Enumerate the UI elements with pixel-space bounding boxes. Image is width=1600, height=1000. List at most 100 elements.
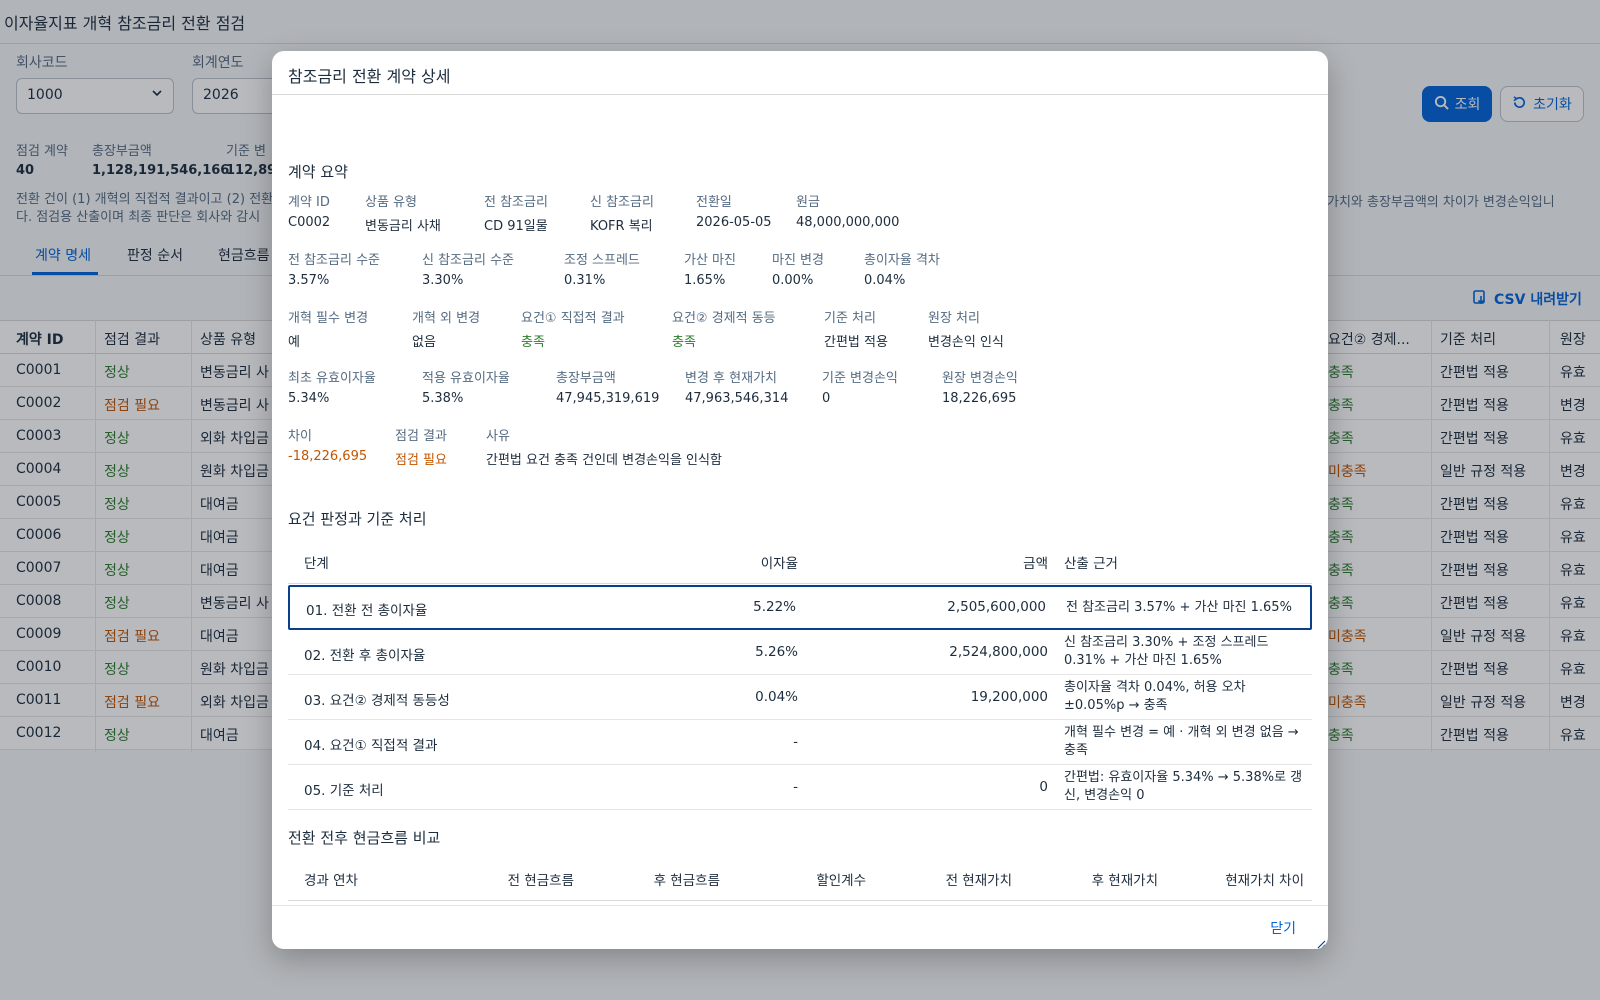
resize-grip-icon[interactable] [1316, 937, 1326, 949]
summary-field-value: 간편법 요건 충족 건인데 변경손익을 인식함 [486, 453, 722, 468]
summary-field-value: 0.00% [772, 273, 814, 288]
summary-field: 요건② 경제적 동등 충족 [672, 307, 776, 350]
cf-header-post-pv: 후 현재가치 [1091, 873, 1158, 889]
summary-field: 신 참조금리 KOFR 복리 [590, 191, 654, 234]
summary-field: 요건① 직접적 결과충족 [521, 307, 625, 350]
cashflow-table-header: 경과 연차 전 현금흐름 후 현금흐름 할인계수 전 현재가치 후 현재가치 현… [288, 847, 1312, 901]
req-cell-step: 05. 기준 처리 [304, 783, 384, 799]
summary-field-value: 1.65% [684, 273, 726, 288]
summary-field-label: 조정 스프레드 [564, 253, 640, 268]
summary-field-label: 원장 변경손익 [942, 371, 1018, 386]
req-cell-rate: 5.26% [755, 644, 798, 660]
summary-field: 기준 처리간편법 적용 [824, 307, 888, 350]
summary-field-value: C0002 [288, 215, 331, 230]
summary-field-label: 상품 유형 [365, 195, 417, 210]
summary-field-value: 변경손익 인식 [928, 335, 1004, 350]
summary-field: 개혁 필수 변경 예 [288, 307, 368, 350]
summary-field-value: 점검 필요 [395, 453, 447, 468]
req-cell-basis: 총이자율 격차 0.04%, 허용 오차 ±0.05%p → 충족 [1064, 680, 1246, 713]
requirements-section-title: 요건 판정과 기준 처리 [288, 510, 427, 528]
req-header-amount: 금액 [1023, 556, 1048, 572]
req-cell-rate: - [793, 734, 798, 750]
summary-field-value: 47,945,319,619 [556, 391, 660, 406]
summary-field-label: 원장 처리 [928, 311, 980, 326]
req-cell-step: 01. 전환 전 총이자율 [306, 603, 428, 619]
req-cell-rate: - [793, 779, 798, 795]
summary-field: 개혁 외 변경 없음 [412, 307, 480, 350]
summary-field: 원장 변경손익 18,226,695 [942, 367, 1018, 406]
summary-field-value: -18,226,695 [288, 449, 368, 464]
summary-field: 신 참조금리 수준 3.30% [422, 249, 514, 288]
cf-header-pre-cf: 전 현금흐름 [507, 873, 574, 889]
summary-field-label: 기준 처리 [824, 311, 876, 326]
summary-field: 총이자율 격차 0.04% [864, 249, 940, 288]
summary-field-label: 원금 [796, 195, 820, 210]
summary-field: 전 참조금리 CD 91일물 [484, 191, 548, 234]
summary-field-value: 간편법 적용 [824, 335, 888, 350]
cf-header-post-cf: 후 현금흐름 [653, 873, 720, 889]
summary-field: 조정 스프레드 0.31% [564, 249, 640, 288]
req-cell-basis: 간편법: 유효이자율 5.34% → 5.38%로 갱신, 변경손익 0 [1064, 770, 1303, 803]
req-cell-amount: 2,505,600,000 [947, 599, 1046, 615]
dialog-footer: 닫기 [272, 905, 1328, 949]
summary-field-label: 변경 후 현재가치 [685, 371, 777, 386]
req-cell-amount: 0 [1039, 779, 1048, 795]
summary-field-label: 전환일 [696, 195, 732, 210]
summary-field: 전환일 2026-05-05 [696, 191, 772, 230]
req-cell-basis: 개혁 필수 변경 = 예 · 개혁 외 변경 없음 → 충족 [1064, 725, 1299, 758]
summary-field-label: 가산 마진 [684, 253, 736, 268]
summary-field-value: 18,226,695 [942, 391, 1017, 406]
req-cell-step: 03. 요건② 경제적 동등성 [304, 693, 450, 709]
summary-field-label: 요건① 직접적 결과 [521, 311, 625, 326]
summary-field-label: 신 참조금리 [590, 195, 654, 210]
summary-field-label: 최초 유효이자율 [288, 371, 376, 386]
requirements-table-header: 단계 이자율 금액 산출 근거 [288, 530, 1312, 584]
summary-field-label: 전 참조금리 [484, 195, 548, 210]
dialog-body: 계약 요약 계약 ID C0002 상품 유형 변동금리 사채 전 참조금리 CD 91일… [288, 95, 1312, 905]
summary-field-value: 5.38% [422, 391, 464, 406]
requirements-row[interactable]: 04. 요건① 직접적 결과 - 개혁 필수 변경 = 예 · 개혁 외 변경 없음… [288, 720, 1312, 765]
summary-field-value: KOFR 복리 [590, 219, 653, 234]
close-button[interactable]: 닫기 [1270, 918, 1296, 938]
summary-field: 적용 유효이자율 5.38% [422, 367, 510, 406]
requirements-row[interactable]: 01. 전환 전 총이자율 5.22% 2,505,600,000 전 참조금리 3.… [288, 585, 1312, 630]
req-cell-amount: 19,200,000 [970, 689, 1048, 705]
contract-detail-dialog: 참조금리 전환 계약 상세 계약 요약 계약 ID C0002 상품 유형 변동금리 … [272, 51, 1328, 949]
req-header-basis: 산출 근거 [1064, 556, 1118, 572]
requirements-row[interactable]: 02. 전환 후 총이자율 5.26% 2,524,800,000 신 참조금리 3.… [288, 630, 1312, 675]
dialog-title: 참조금리 전환 계약 상세 [288, 67, 451, 86]
summary-section-title: 계약 요약 [288, 163, 348, 181]
summary-field-value: 충족 [521, 335, 545, 350]
req-header-step: 단계 [304, 556, 329, 572]
summary-field-value: 0.31% [564, 273, 606, 288]
summary-field-label: 사유 [486, 429, 510, 444]
summary-field-value: 47,963,546,314 [685, 391, 789, 406]
summary-field-value: 2026-05-05 [696, 215, 772, 230]
summary-field-label: 전 참조금리 수준 [288, 253, 380, 268]
req-cell-basis: 신 참조금리 3.30% + 조정 스프레드 0.31% + 가산 마진 1.6… [1064, 635, 1269, 668]
summary-field-value: 0 [822, 391, 831, 406]
summary-field: 원금 48,000,000,000 [796, 191, 899, 230]
summary-field: 계약 ID C0002 [288, 191, 330, 230]
requirements-row[interactable]: 03. 요건② 경제적 동등성 0.04% 19,200,000 총이자율 격차 0.… [288, 675, 1312, 720]
cf-header-pv-diff: 현재가치 차이 [1225, 873, 1304, 889]
summary-field-label: 계약 ID [288, 195, 330, 210]
requirements-row[interactable]: 05. 기준 처리 - 0 간편법: 유효이자율 5.34% → 5.38%로 갱신,… [288, 765, 1312, 810]
summary-field-label: 점검 결과 [395, 429, 447, 444]
summary-field-value: 충족 [672, 335, 696, 350]
req-header-rate: 이자율 [760, 556, 798, 572]
summary-field-label: 마진 변경 [772, 253, 824, 268]
req-cell-basis: 전 참조금리 3.57% + 가산 마진 1.65% [1066, 600, 1292, 615]
summary-field-value: 5.34% [288, 391, 330, 406]
summary-field-label: 차이 [288, 429, 312, 444]
req-cell-rate: 0.04% [755, 689, 798, 705]
summary-field: 총장부금액 47,945,319,619 [556, 367, 659, 406]
summary-field-label: 개혁 필수 변경 [288, 311, 369, 326]
summary-field: 차이 -18,226,695 [288, 425, 367, 464]
req-cell-amount: 2,524,800,000 [949, 644, 1048, 660]
cashflow-table: 경과 연차 전 현금흐름 후 현금흐름 할인계수 전 현재가치 후 현재가치 현… [288, 847, 1312, 905]
summary-field: 원장 처리변경손익 인식 [928, 307, 1004, 350]
summary-field: 점검 결과점검 필요 [395, 425, 447, 468]
cf-header-year: 경과 연차 [304, 873, 358, 889]
summary-field-value: 0.04% [864, 273, 906, 288]
